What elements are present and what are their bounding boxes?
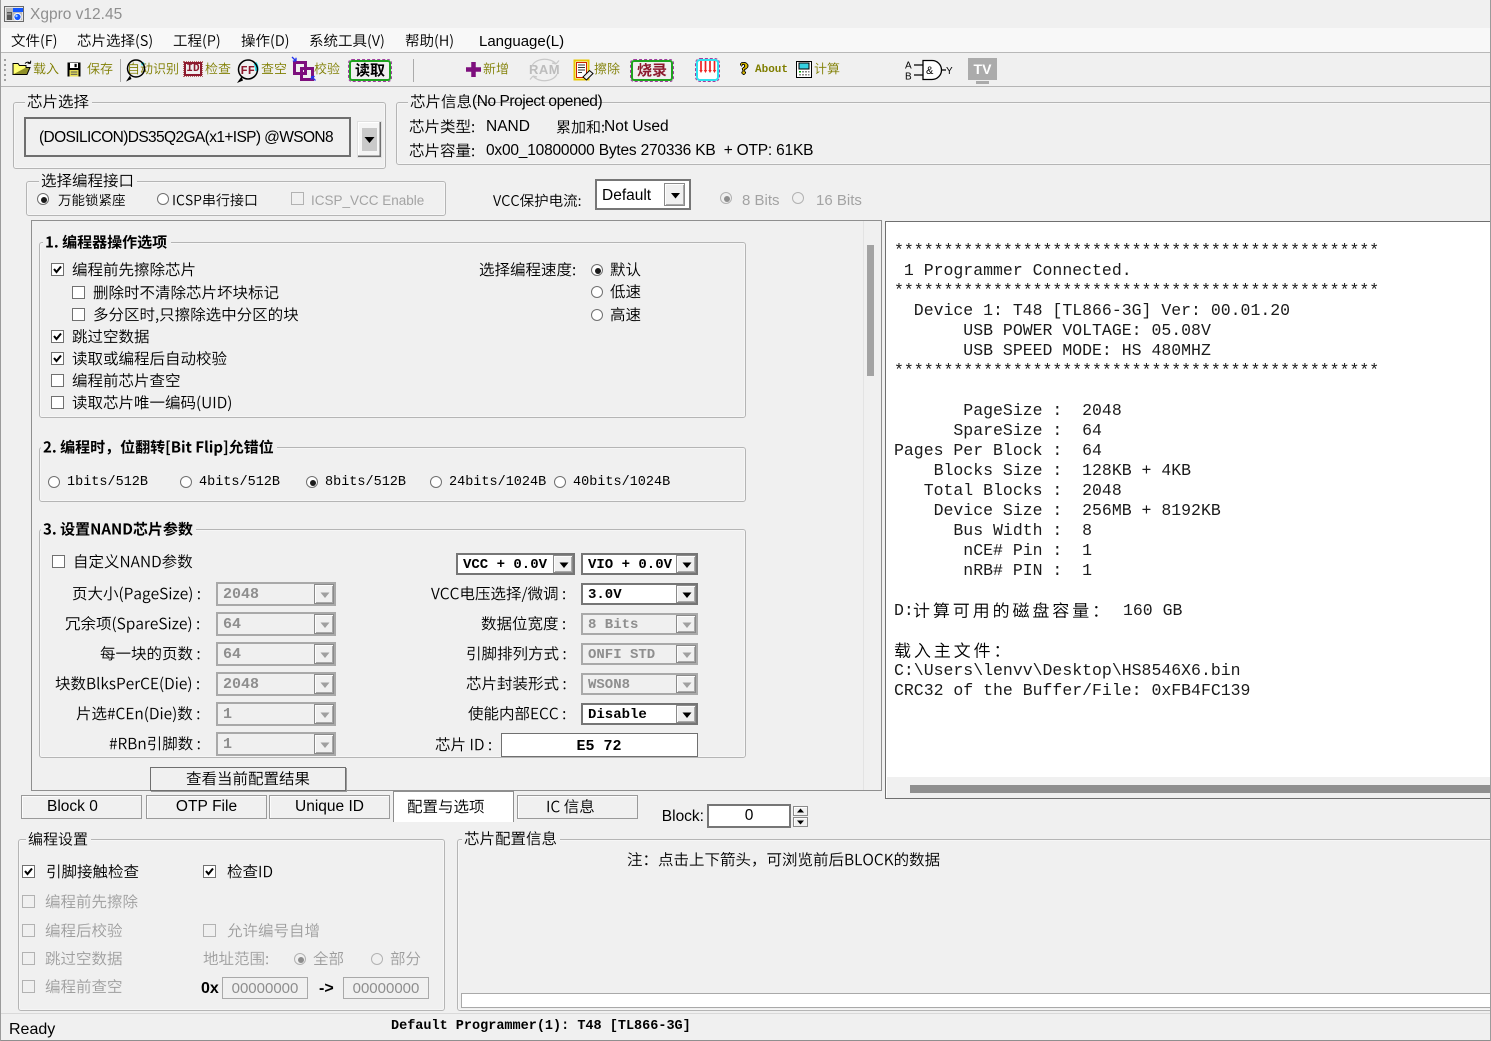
svg-text:B: B bbox=[905, 72, 912, 83]
svg-text:&: & bbox=[926, 65, 934, 77]
svg-text:Y: Y bbox=[946, 66, 953, 77]
svg-text:A: A bbox=[905, 61, 912, 72]
svg-text:FF: FF bbox=[241, 64, 255, 78]
